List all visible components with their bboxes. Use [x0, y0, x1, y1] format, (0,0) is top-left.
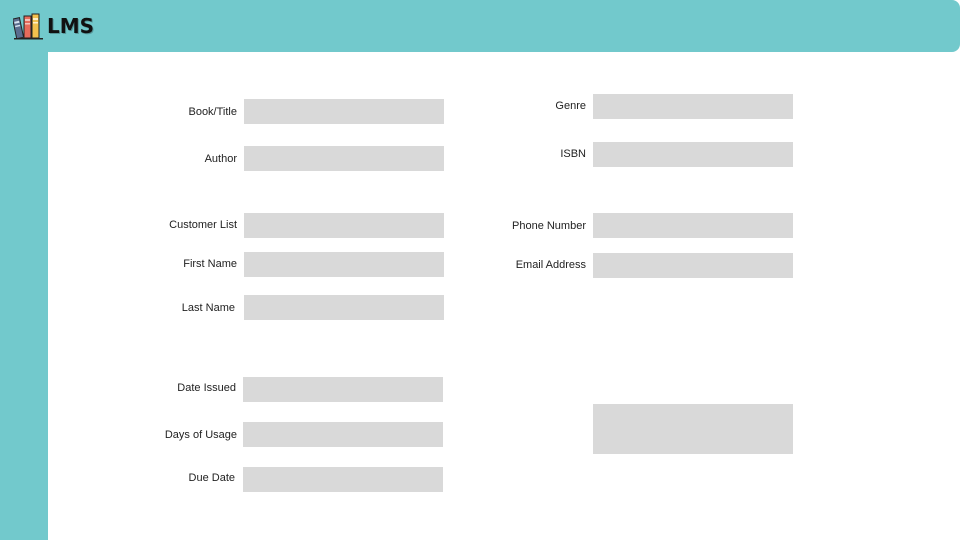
- app-logo[interactable]: LMS: [13, 12, 94, 40]
- customer-list-input[interactable]: [244, 213, 444, 238]
- app-logo-text: LMS: [47, 14, 95, 38]
- genre-label: Genre: [555, 100, 586, 112]
- days-of-usage-label: Days of Usage: [164, 429, 237, 441]
- first-name-input[interactable]: [244, 252, 444, 277]
- days-of-usage-input[interactable]: [243, 422, 443, 447]
- left-sidebar: [0, 0, 48, 540]
- isbn-input[interactable]: [593, 142, 793, 167]
- date-issued-input[interactable]: [243, 377, 443, 402]
- due-date-label: Due Date: [188, 472, 235, 484]
- phone-number-input[interactable]: [593, 213, 793, 238]
- book-title-input[interactable]: [244, 99, 444, 124]
- top-header-bar: LMS: [0, 0, 960, 52]
- main-content: [48, 53, 960, 540]
- author-label: Author: [204, 153, 237, 165]
- date-issued-label: Date Issued: [177, 382, 236, 394]
- notes-textarea[interactable]: [593, 404, 793, 454]
- book-title-label: Book/Title: [188, 106, 237, 118]
- first-name-label: First Name: [183, 258, 237, 270]
- due-date-input[interactable]: [243, 467, 443, 492]
- isbn-label: ISBN: [560, 148, 586, 160]
- author-input[interactable]: [244, 146, 444, 171]
- phone-number-label: Phone Number: [512, 220, 586, 232]
- last-name-label: Last Name: [181, 302, 235, 314]
- genre-input[interactable]: [593, 94, 793, 119]
- customer-list-label: Customer List: [169, 219, 237, 231]
- email-address-label: Email Address: [515, 259, 586, 271]
- email-address-input[interactable]: [593, 253, 793, 278]
- books-icon: [13, 13, 43, 40]
- app-window: LMS Book/Title Author Customer List Firs…: [0, 0, 960, 540]
- last-name-input[interactable]: [244, 295, 444, 320]
